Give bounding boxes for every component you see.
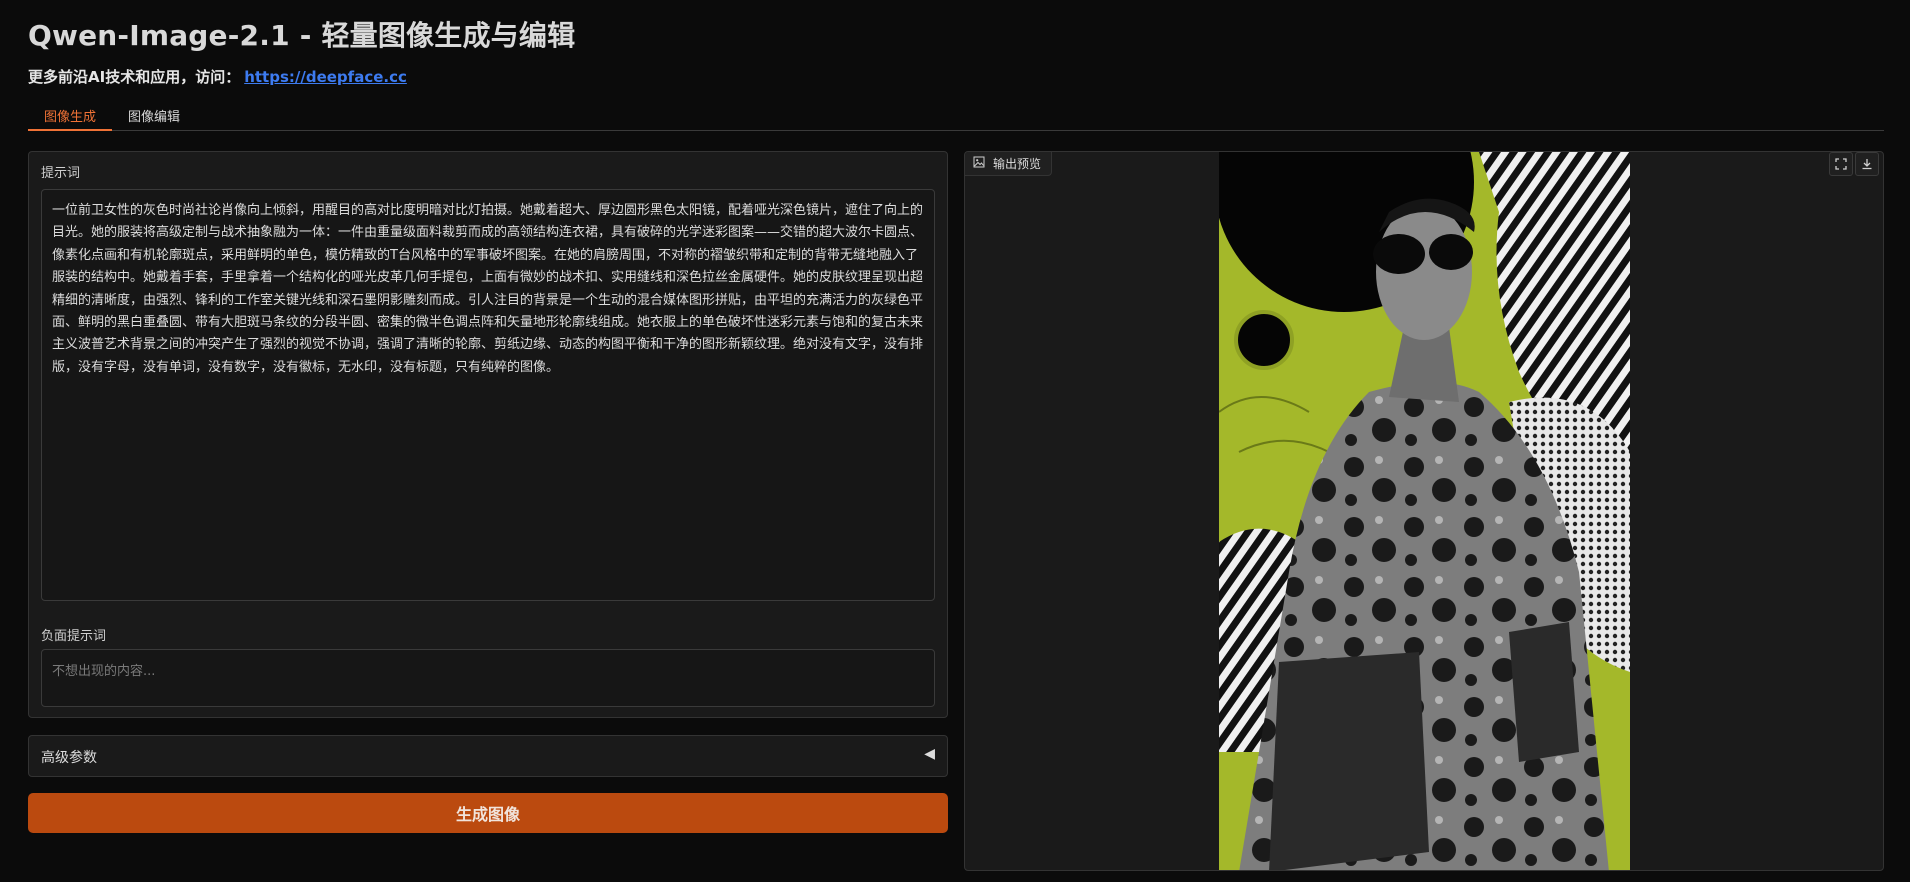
download-button[interactable] <box>1855 152 1879 176</box>
deepface-link[interactable]: https://deepface.cc <box>244 68 407 86</box>
output-label-text: 输出预览 <box>993 157 1042 171</box>
output-panel: 输出预览 <box>964 151 1884 871</box>
tab-image-generation[interactable]: 图像生成 <box>28 100 113 131</box>
download-icon <box>1861 155 1873 174</box>
image-icon <box>973 156 985 171</box>
collapse-arrow-icon: ◀ <box>924 746 935 762</box>
negative-prompt-textarea[interactable]: 不想出现的内容... <box>41 649 935 707</box>
advanced-params-accordion[interactable]: 高级参数 ◀ <box>28 735 948 777</box>
tab-image-editing[interactable]: 图像编辑 <box>112 100 196 131</box>
prompt-textarea[interactable]: 一位前卫女性的灰色时尚社论肖像向上倾斜，用醒目的高对比度明暗对比灯拍摄。她戴着超… <box>41 189 935 601</box>
page-title: Qwen-Image-2.1 - 轻量图像生成与编辑 <box>28 19 576 52</box>
output-label: 输出预览 <box>965 152 1053 176</box>
subtitle-text: 更多前沿AI技术和应用，访问： <box>28 68 241 86</box>
prompt-label: 提示词 <box>41 166 81 181</box>
generate-button[interactable]: 生成图像 <box>28 793 948 833</box>
negative-prompt-label: 负面提示词 <box>41 629 107 644</box>
subtitle: 更多前沿AI技术和应用，访问： https://deepface.cc <box>28 66 407 87</box>
advanced-params-label: 高级参数 <box>41 750 97 766</box>
prompt-panel: 提示词 一位前卫女性的灰色时尚社论肖像向上倾斜，用醒目的高对比度明暗对比灯拍摄。… <box>28 151 948 718</box>
generated-image <box>1219 152 1630 870</box>
fullscreen-icon <box>1835 155 1847 174</box>
fullscreen-button[interactable] <box>1829 152 1853 176</box>
tab-bar: 图像生成 图像编辑 <box>28 100 1884 131</box>
